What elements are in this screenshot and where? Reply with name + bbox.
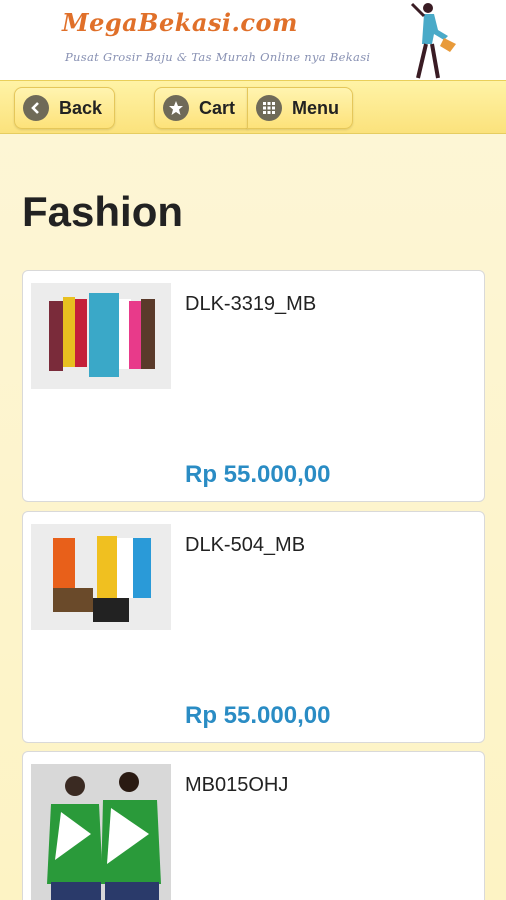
fashion-figure-icon [410, 2, 456, 79]
product-card[interactable]: DLK-3319_MB Rp 55.000,00 [22, 270, 485, 502]
back-button[interactable]: Back [14, 87, 115, 129]
product-image[interactable] [31, 283, 171, 389]
menu-label: Menu [292, 97, 339, 118]
page-title: Fashion [22, 188, 184, 235]
product-card[interactable]: MB015OHJ [22, 751, 485, 900]
toolbar: Back Cart Menu [0, 80, 506, 134]
cart-button[interactable]: Cart [154, 87, 248, 129]
product-image[interactable] [31, 764, 171, 900]
product-image[interactable] [31, 524, 171, 630]
star-icon [163, 95, 189, 121]
logo-subtitle: Pusat Grosir Baju & Tas Murah Online nya… [65, 50, 371, 64]
product-name: MB015OHJ [185, 774, 289, 796]
site-banner[interactable]: MegaBekasi.com Pusat Grosir Baju & Tas M… [0, 0, 506, 80]
back-label: Back [59, 97, 103, 118]
product-name: DLK-3319_MB [185, 293, 317, 315]
menu-button[interactable]: Menu [247, 87, 353, 129]
product-price: Rp 55.000,00 [185, 702, 331, 729]
chevron-left-icon [23, 95, 49, 121]
cart-label: Cart [199, 97, 236, 118]
logo-title: MegaBekasi.com [62, 8, 298, 37]
grid-icon [256, 95, 282, 121]
product-card[interactable]: DLK-504_MB Rp 55.000,00 [22, 511, 485, 743]
product-name: DLK-504_MB [185, 534, 306, 556]
product-price: Rp 55.000,00 [185, 461, 331, 488]
